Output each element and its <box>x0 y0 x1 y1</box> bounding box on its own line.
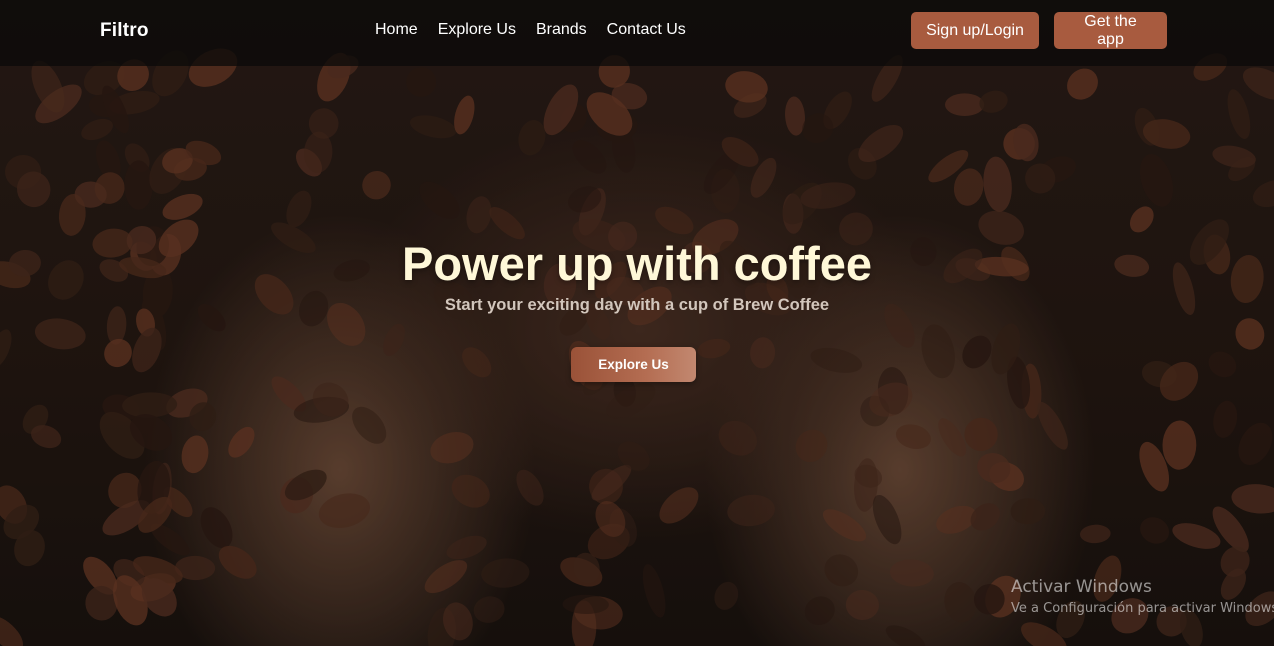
nav-link-explore-us[interactable]: Explore Us <box>438 21 516 39</box>
signup-login-button[interactable]: Sign up/Login <box>911 12 1039 49</box>
explore-us-button[interactable]: Explore Us <box>571 347 696 382</box>
hero-overlay <box>0 0 1274 646</box>
hero-subtitle: Start your exciting day with a cup of Br… <box>444 296 830 314</box>
windows-activation-watermark: Activar Windows Ve a Configuración para … <box>1011 577 1274 616</box>
watermark-title: Activar Windows <box>1011 577 1152 597</box>
navbar: Filtro Home Explore Us Brands Contact Us… <box>0 0 1274 66</box>
hero-section: Filtro Home Explore Us Brands Contact Us… <box>0 0 1274 646</box>
nav-link-brands[interactable]: Brands <box>536 21 587 39</box>
watermark-subtitle: Ve a Configuración para activar Windows. <box>1011 601 1274 616</box>
get-the-app-button[interactable]: Get the app <box>1054 12 1167 49</box>
nav-links: Home Explore Us Brands Contact Us <box>375 21 686 39</box>
hero-title: Power up with coffee <box>401 237 873 290</box>
nav-link-home[interactable]: Home <box>375 21 418 39</box>
nav-link-contact-us[interactable]: Contact Us <box>607 21 686 39</box>
brand-logo[interactable]: Filtro <box>100 20 149 42</box>
